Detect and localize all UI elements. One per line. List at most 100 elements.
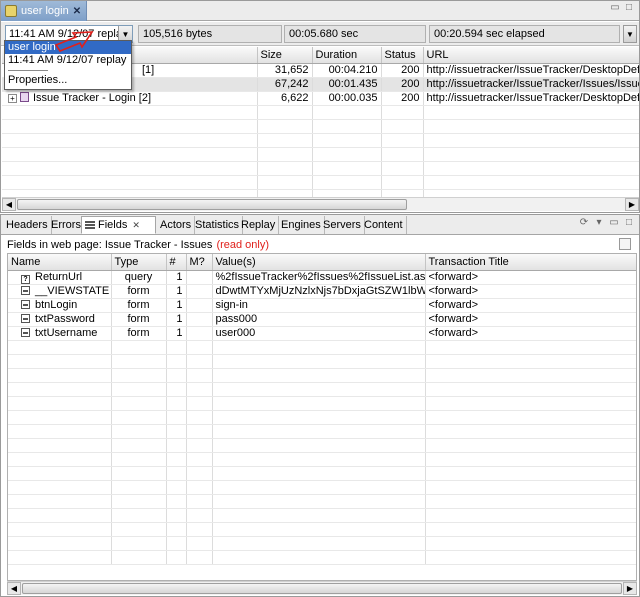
- maximize-icon[interactable]: □: [623, 218, 635, 230]
- scrollbar-thumb[interactable]: [22, 583, 622, 594]
- field-value: dDwtMTYxMjUzNzlxNjs7bDxjaGtSZW1lbWJ...: [212, 284, 426, 299]
- view-menu-icon[interactable]: ▼: [623, 25, 637, 43]
- row-status: 200: [381, 77, 424, 92]
- tab-servers[interactable]: Servers: [320, 216, 365, 234]
- copy-icon[interactable]: [619, 238, 631, 250]
- expand-icon[interactable]: +: [8, 94, 17, 103]
- field-transaction-title: <forward>: [425, 270, 636, 285]
- table-row[interactable]: __VIEWSTATE form 1 dDwtMTYxMjUzNzlxNjs7b…: [8, 284, 636, 299]
- column-header-type[interactable]: Type: [111, 254, 167, 271]
- scroll-left-icon[interactable]: ◀: [7, 582, 21, 595]
- field-count: 1: [166, 298, 187, 313]
- table-row: [8, 550, 636, 565]
- dropdown-item-properties[interactable]: Properties...: [5, 74, 131, 87]
- tab-title: user login: [21, 5, 69, 17]
- table-row[interactable]: btnLogin form 1 sign-in <forward>: [8, 298, 636, 313]
- maximize-icon[interactable]: □: [623, 3, 635, 15]
- close-icon[interactable]: ✕: [132, 220, 140, 231]
- fields-caption: Fields in web page: Issue Tracker - Issu…: [1, 236, 639, 254]
- field-type: form: [111, 326, 167, 341]
- table-row[interactable]: txtPassword form 1 pass000 <forward>: [8, 312, 636, 327]
- column-header-modified[interactable]: M?: [186, 254, 213, 271]
- row-url: http://issuetracker/IssueTracker/Desktop…: [423, 91, 639, 106]
- field-transaction-title: <forward>: [425, 312, 636, 327]
- field-type: form: [111, 284, 167, 299]
- field-type: form: [111, 312, 167, 327]
- table-row: [2, 161, 639, 176]
- field-modified: [186, 298, 213, 313]
- field-name: ReturnUrl: [35, 270, 83, 283]
- scroll-right-icon[interactable]: ▶: [623, 582, 637, 595]
- field-name: txtUsername: [35, 327, 98, 339]
- column-header-url[interactable]: URL: [423, 47, 639, 64]
- form-field-icon: [21, 286, 30, 295]
- column-header-count[interactable]: #: [166, 254, 187, 271]
- row-size: 6,622: [257, 91, 313, 106]
- total-duration: 00:05.680 sec: [284, 25, 426, 43]
- column-header-size[interactable]: Size: [257, 47, 313, 64]
- row-status: 200: [381, 63, 424, 78]
- row-size: 67,242: [257, 77, 313, 92]
- minimize-icon[interactable]: ▭: [609, 3, 621, 15]
- column-header-duration[interactable]: Duration: [312, 47, 382, 64]
- column-header-transaction-title[interactable]: Transaction Title: [425, 254, 636, 271]
- dropdown-separator: [8, 70, 48, 71]
- table-row: [8, 354, 636, 369]
- fields-page-title: Fields in web page: Issue Tracker - Issu…: [7, 239, 213, 251]
- table-row[interactable]: + Issue Tracker - Login [2] 6,622 00:00.0…: [2, 91, 639, 106]
- field-modified: [186, 284, 213, 299]
- table-row: [8, 522, 636, 537]
- column-header-values[interactable]: Value(s): [212, 254, 426, 271]
- horizontal-scrollbar[interactable]: ◀ ▶: [2, 197, 639, 211]
- tab-statistics[interactable]: Statistics: [192, 216, 244, 234]
- field-count: 1: [166, 326, 187, 341]
- table-row: [8, 438, 636, 453]
- table-row: [8, 368, 636, 383]
- tab-content[interactable]: Content: [361, 216, 407, 234]
- field-type: query: [111, 270, 167, 285]
- view-menu-icon[interactable]: ▾: [593, 218, 605, 230]
- tab-user-login[interactable]: user login ✕: [1, 1, 87, 21]
- table-row: [8, 480, 636, 495]
- field-type: form: [111, 298, 167, 313]
- query-field-icon: ?: [21, 274, 30, 283]
- row-name: Issue Tracker - Login [2]: [33, 92, 151, 104]
- tab-errors[interactable]: Errors: [48, 216, 85, 234]
- row-status: 200: [381, 91, 424, 106]
- column-header-status[interactable]: Status: [381, 47, 424, 64]
- form-field-icon: [21, 328, 30, 337]
- table-row: [8, 494, 636, 509]
- field-modified: [186, 326, 213, 341]
- field-value: user000: [212, 326, 426, 341]
- field-value: sign-in: [212, 298, 426, 313]
- tab-headers[interactable]: Headers: [3, 216, 52, 234]
- dropdown-item-replay[interactable]: 11:41 AM 9/12/07 replay: [5, 54, 131, 67]
- field-modified: [186, 312, 213, 327]
- column-header-name[interactable]: Name: [8, 254, 112, 271]
- field-transaction-title: <forward>: [425, 284, 636, 299]
- scroll-left-icon[interactable]: ◀: [2, 198, 16, 211]
- tab-fields[interactable]: Fields ✕: [81, 216, 156, 234]
- form-field-icon: [21, 300, 30, 309]
- field-transaction-title: <forward>: [425, 298, 636, 313]
- tab-actors[interactable]: Actors: [157, 216, 196, 234]
- table-row: [2, 105, 639, 120]
- annotation-arrow-icon: [54, 31, 94, 52]
- tab-engines[interactable]: Engines: [278, 216, 325, 234]
- table-row: [8, 536, 636, 551]
- recording-icon: [5, 5, 17, 17]
- table-row: [2, 119, 639, 134]
- table-header: Name Type # M? Value(s) Transaction Titl…: [8, 254, 636, 271]
- scroll-right-icon[interactable]: ▶: [625, 198, 639, 211]
- close-icon[interactable]: ✕: [73, 6, 81, 17]
- table-row[interactable]: ? ReturnUrl query 1 %2fIssueTracker%2fIss…: [8, 270, 636, 285]
- scrollbar-thumb[interactable]: [17, 199, 407, 210]
- table-row: [8, 382, 636, 397]
- tab-fields-label: Fields: [98, 219, 128, 231]
- view-window-controls: ⟳ ▾ ▭ □: [578, 218, 635, 230]
- minimize-icon[interactable]: ▭: [608, 218, 620, 230]
- table-row[interactable]: txtUsername form 1 user000 <forward>: [8, 326, 636, 341]
- tab-replay[interactable]: Replay: [238, 216, 280, 234]
- horizontal-scrollbar[interactable]: ◀ ▶: [7, 581, 637, 595]
- refresh-icon[interactable]: ⟳: [578, 218, 590, 230]
